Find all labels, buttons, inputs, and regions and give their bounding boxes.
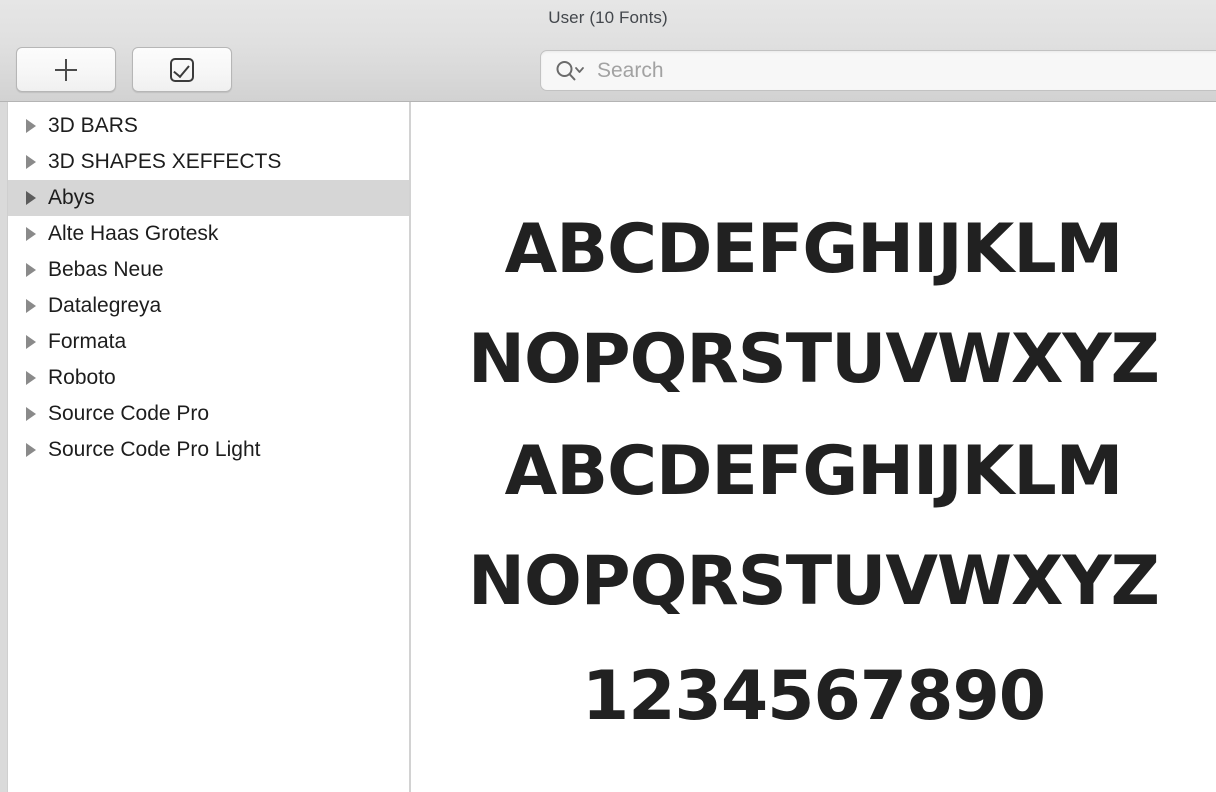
font-book-window: User (10 Fonts) Search 3D BARS 3D SHAPES … bbox=[0, 0, 1216, 792]
page-title: User (10 Fonts) bbox=[548, 8, 668, 27]
toolbar: User (10 Fonts) Search bbox=[0, 0, 1216, 102]
font-list-item[interactable]: 3D BARS bbox=[8, 108, 409, 144]
font-specimen: ABCDEFGHIJKLM NOPQRSTUVWXYZ ABCDEFGHIJKLM N… bbox=[411, 102, 1216, 792]
font-list-item[interactable]: 3D SHAPES XEFFECTS bbox=[8, 144, 409, 180]
font-list-item[interactable]: Roboto bbox=[8, 360, 409, 396]
specimen-line: ABCDEFGHIJKLM bbox=[504, 210, 1124, 289]
validate-font-button[interactable] bbox=[132, 47, 232, 92]
specimen-line: NOPQRSTUVWXYZ bbox=[468, 542, 1160, 621]
disclosure-triangle-icon[interactable] bbox=[26, 263, 36, 277]
disclosure-triangle-icon[interactable] bbox=[26, 299, 36, 313]
specimen-line: 1234567890 bbox=[581, 657, 1046, 736]
font-list-item-label: Source Code Pro Light bbox=[48, 438, 261, 461]
font-list-item[interactable]: Formata bbox=[8, 324, 409, 360]
specimen-line: NOPQRSTUVWXYZ bbox=[468, 320, 1160, 399]
search-icon[interactable] bbox=[555, 60, 585, 82]
font-list-item[interactable]: Bebas Neue bbox=[8, 252, 409, 288]
disclosure-triangle-icon[interactable] bbox=[26, 407, 36, 421]
font-list-item-label: Alte Haas Grotesk bbox=[48, 222, 219, 245]
font-list-item[interactable]: Datalegreya bbox=[8, 288, 409, 324]
plus-icon bbox=[55, 58, 77, 81]
disclosure-triangle-icon[interactable] bbox=[26, 335, 36, 349]
disclosure-triangle-icon[interactable] bbox=[26, 227, 36, 241]
disclosure-triangle-icon[interactable] bbox=[26, 443, 36, 457]
font-list-item-label: Bebas Neue bbox=[48, 258, 164, 281]
font-list-item-label: Datalegreya bbox=[48, 294, 162, 317]
font-list-item-label: 3D SHAPES XEFFECTS bbox=[48, 150, 282, 173]
font-list-item-label: Roboto bbox=[48, 366, 116, 389]
font-list-sidebar[interactable]: 3D BARS 3D SHAPES XEFFECTS Abys Alte Haas G… bbox=[8, 102, 409, 792]
font-list-item-label: 3D BARS bbox=[48, 114, 138, 137]
window-left-edge bbox=[0, 102, 8, 792]
add-font-button[interactable] bbox=[16, 47, 116, 92]
disclosure-triangle-icon[interactable] bbox=[26, 371, 36, 385]
disclosure-triangle-icon[interactable] bbox=[26, 155, 36, 169]
font-list-item-label: Source Code Pro bbox=[48, 402, 210, 425]
disclosure-triangle-icon[interactable] bbox=[26, 119, 36, 133]
specimen-line: ABCDEFGHIJKLM bbox=[504, 432, 1124, 511]
font-list-item[interactable]: Alte Haas Grotesk bbox=[8, 216, 409, 252]
font-list-item[interactable]: Abys bbox=[8, 180, 409, 216]
font-list-item[interactable]: Source Code Pro bbox=[8, 396, 409, 432]
disclosure-triangle-icon[interactable] bbox=[26, 191, 36, 205]
font-list-item-label: Abys bbox=[48, 186, 95, 209]
search-field[interactable]: Search bbox=[540, 50, 1216, 91]
search-input[interactable]: Search bbox=[597, 59, 664, 83]
font-list-item-label: Formata bbox=[48, 330, 127, 353]
font-preview-pane: ABCDEFGHIJKLM NOPQRSTUVWXYZ ABCDEFGHIJKLM N… bbox=[411, 102, 1216, 792]
checkbox-checkmark-icon bbox=[170, 57, 194, 82]
font-list-item[interactable]: Source Code Pro Light bbox=[8, 432, 409, 468]
